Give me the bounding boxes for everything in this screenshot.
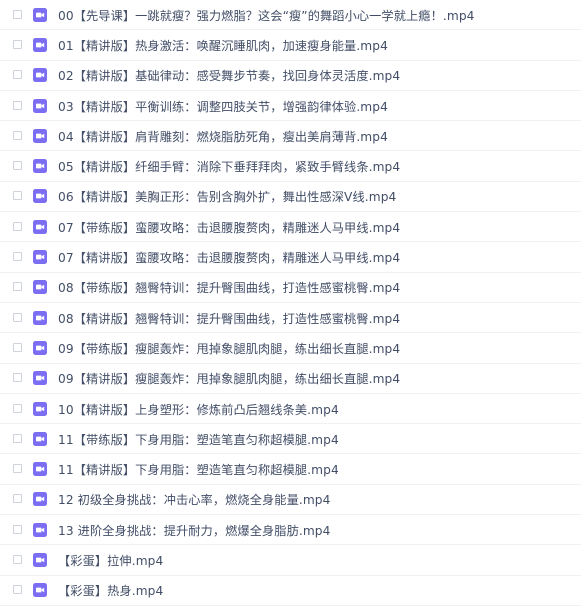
video-file-icon (33, 219, 47, 234)
file-checkbox[interactable] (13, 252, 22, 262)
file-name: 13 进阶全身挑战：提升耐力，燃爆全身脂肪.mp4 (58, 523, 331, 538)
video-file-icon (33, 189, 47, 204)
file-row[interactable]: 05【精讲版】纤细手臂：消除下垂拜拜肉，紧致手臂线条.mp4 (0, 151, 581, 182)
file-name: 05【精讲版】纤细手臂：消除下垂拜拜肉，紧致手臂线条.mp4 (58, 160, 401, 175)
file-row[interactable]: 07【精讲版】蛮腰攻略：击退腰腹赘肉，精雕迷人马甲线.mp4 (0, 242, 581, 273)
file-name: 11【精讲版】下身用脂：塑造笔直匀称超模腿.mp4 (58, 463, 339, 478)
file-row[interactable]: 10【精讲版】上身塑形：修炼前凸后翘线条美.mp4 (0, 394, 581, 425)
video-file-icon (33, 250, 47, 265)
file-list: 00【先导课】一跳就瘦？强力燃脂？这会“瘦”的舞蹈小心一学就上瘾！.mp4 01【… (0, 0, 581, 611)
file-row[interactable]: 01【精讲版】热身激活：唤醒沉睡肌肉，加速瘦身能量.mp4 (0, 30, 581, 61)
video-file-icon (33, 310, 47, 325)
file-checkbox[interactable] (13, 130, 22, 140)
file-checkbox[interactable] (13, 100, 22, 110)
file-name: 11【带练版】下身用脂：塑造笔直匀称超模腿.mp4 (58, 432, 339, 447)
file-row[interactable]: 13 进阶全身挑战：提升耐力，燃爆全身脂肪.mp4 (0, 515, 581, 546)
file-row[interactable]: 04【精讲版】肩背雕刻：燃烧脂肪死角，瘦出美肩薄背.mp4 (0, 121, 581, 152)
file-checkbox[interactable] (13, 342, 22, 352)
video-file-icon (33, 583, 47, 598)
file-row[interactable]: 08【精讲版】翘臀特训：提升臀围曲线，打造性感蜜桃臀.mp4 (0, 303, 581, 334)
video-file-icon (33, 37, 47, 52)
file-name: 09【精讲版】瘦腿轰炸：甩掉象腿肌肉腿，练出细长直腿.mp4 (58, 372, 401, 387)
file-name: 00【先导课】一跳就瘦？强力燃脂？这会“瘦”的舞蹈小心一学就上瘾！.mp4 (58, 8, 475, 23)
file-row[interactable]: 11【精讲版】下身用脂：塑造笔直匀称超模腿.mp4 (0, 454, 581, 485)
video-file-icon (33, 462, 47, 477)
file-checkbox[interactable] (13, 464, 22, 474)
file-row[interactable]: 07【带练版】蛮腰攻略：击退腰腹赘肉，精雕迷人马甲线.mp4 (0, 212, 581, 243)
file-checkbox[interactable] (13, 403, 22, 413)
file-checkbox[interactable] (13, 373, 22, 383)
video-file-icon (33, 7, 47, 22)
file-checkbox[interactable] (13, 585, 22, 595)
file-name: 【彩蛋】拉伸.mp4 (58, 553, 164, 568)
file-checkbox[interactable] (13, 221, 22, 231)
file-row[interactable]: 【彩蛋】拉伸.mp4 (0, 545, 581, 576)
file-checkbox[interactable] (13, 554, 22, 564)
video-file-icon (33, 552, 47, 567)
video-file-icon (33, 98, 47, 113)
file-checkbox[interactable] (13, 161, 22, 171)
file-row[interactable]: 08【带练版】翘臀特训：提升臀围曲线，打造性感蜜桃臀.mp4 (0, 273, 581, 303)
file-name: 06【精讲版】美胸正形：告别含胸外扩，舞出性感深V线.mp4 (58, 190, 397, 205)
video-file-icon (33, 371, 47, 386)
video-file-icon (33, 401, 47, 416)
file-row[interactable]: 02【精讲版】基础律动：感受舞步节奏，找回身体灵活度.mp4 (0, 61, 581, 91)
file-name: 08【带练版】翘臀特训：提升臀围曲线，打造性感蜜桃臀.mp4 (58, 281, 401, 296)
file-checkbox[interactable] (13, 433, 22, 443)
file-row[interactable]: 【彩蛋】热身.mp4 (0, 576, 581, 606)
file-checkbox[interactable] (13, 9, 22, 19)
file-name: 10【精讲版】上身塑形：修炼前凸后翘线条美.mp4 (58, 402, 339, 417)
file-row[interactable]: 00【先导课】一跳就瘦？强力燃脂？这会“瘦”的舞蹈小心一学就上瘾！.mp4 (0, 0, 581, 31)
file-row[interactable]: 09【带练版】瘦腿轰炸：甩掉象腿肌肉腿，练出细长直腿.mp4 (0, 333, 581, 364)
file-checkbox[interactable] (13, 494, 22, 504)
file-row[interactable]: 03【精讲版】平衡训练：调整四肢关节，增强韵律体验.mp4 (0, 91, 581, 122)
file-checkbox[interactable] (13, 524, 22, 534)
file-checkbox[interactable] (13, 312, 22, 322)
file-checkbox[interactable] (13, 191, 22, 201)
video-file-icon (33, 431, 47, 446)
file-name: 02【精讲版】基础律动：感受舞步节奏，找回身体灵活度.mp4 (58, 69, 401, 84)
file-name: 07【精讲版】蛮腰攻略：击退腰腹赘肉，精雕迷人马甲线.mp4 (58, 251, 401, 266)
file-checkbox[interactable] (13, 70, 22, 80)
file-checkbox[interactable] (13, 39, 22, 49)
file-name: 08【精讲版】翘臀特训：提升臀围曲线，打造性感蜜桃臀.mp4 (58, 311, 401, 326)
file-name: 04【精讲版】肩背雕刻：燃烧脂肪死角，瘦出美肩薄背.mp4 (58, 129, 388, 144)
video-file-icon (33, 492, 47, 507)
file-row[interactable]: 06【精讲版】美胸正形：告别含胸外扩，舞出性感深V线.mp4 (0, 182, 581, 213)
file-name: 09【带练版】瘦腿轰炸：甩掉象腿肌肉腿，练出细长直腿.mp4 (58, 341, 401, 356)
file-row[interactable]: 11【带练版】下身用脂：塑造笔直匀称超模腿.mp4 (0, 424, 581, 455)
video-file-icon (33, 68, 47, 83)
file-name: 【彩蛋】热身.mp4 (58, 584, 164, 599)
video-file-icon (33, 280, 47, 295)
video-file-icon (33, 128, 47, 143)
file-row[interactable]: 09【精讲版】瘦腿轰炸：甩掉象腿肌肉腿，练出细长直腿.mp4 (0, 364, 581, 394)
file-checkbox[interactable] (13, 282, 22, 292)
file-name: 01【精讲版】热身激活：唤醒沉睡肌肉，加速瘦身能量.mp4 (58, 38, 388, 53)
file-name: 12 初级全身挑战：冲击心率，燃烧全身能量.mp4 (58, 493, 331, 508)
file-row[interactable]: 12 初级全身挑战：冲击心率，燃烧全身能量.mp4 (0, 485, 581, 516)
file-name: 03【精讲版】平衡训练：调整四肢关节，增强韵律体验.mp4 (58, 99, 388, 114)
video-file-icon (33, 522, 47, 537)
video-file-icon (33, 159, 47, 174)
video-file-icon (33, 340, 47, 355)
file-name: 07【带练版】蛮腰攻略：击退腰腹赘肉，精雕迷人马甲线.mp4 (58, 220, 401, 235)
